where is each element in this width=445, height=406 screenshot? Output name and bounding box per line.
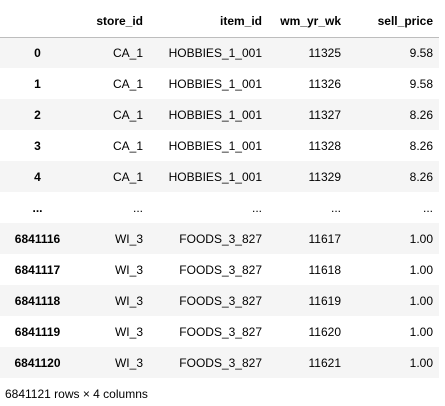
cell-store-id: CA_1: [112, 169, 143, 184]
cell-sell-price: 9.58: [409, 76, 433, 91]
cell-wm-yr-wk: 11326: [308, 76, 341, 91]
cell-item-id: HOBBIES_1_001: [168, 45, 262, 60]
cell-item-id: FOODS_3_827: [179, 231, 262, 246]
cell-wm-yr-wk: 11328: [308, 138, 341, 153]
cell-store-id: ...: [132, 200, 143, 215]
cell-wm-yr-wk: 11329: [308, 169, 341, 184]
cell-sell-price: 1.00: [409, 293, 433, 308]
table-body: 0 CA_1 HOBBIES_1_001 11325 9.58 1 CA_1 HOBBIES_…: [0, 37, 439, 378]
cell-store-id: CA_1: [112, 76, 143, 91]
cell-wm-yr-wk: 11619: [308, 293, 341, 308]
cell-store-id: WI_3: [114, 231, 143, 246]
cell-item-id: FOODS_3_827: [179, 355, 262, 370]
cell-item-id: ...: [251, 200, 262, 215]
table-row: 1 CA_1 HOBBIES_1_001 11326 9.58: [0, 68, 439, 99]
cell-store-id: WI_3: [114, 324, 143, 339]
dataframe-table: store_id item_id wm_yr_wk sell_price 0 CA…: [0, 6, 439, 378]
cell-sell-price: 9.58: [409, 45, 433, 60]
cell-sell-price: 8.26: [409, 138, 433, 153]
row-index: 3: [34, 138, 41, 153]
cell-sell-price: 8.26: [409, 107, 433, 122]
cell-store-id: WI_3: [114, 355, 143, 370]
table-row: 6841120 WI_3 FOODS_3_827 11621 1.00: [0, 347, 439, 378]
cell-sell-price: 1.00: [409, 324, 433, 339]
cell-item-id: FOODS_3_827: [179, 324, 262, 339]
row-index: 6841119: [14, 324, 61, 339]
cell-store-id: WI_3: [114, 262, 143, 277]
table-row: 4 CA_1 HOBBIES_1_001 11329 8.26: [0, 161, 439, 192]
table-shape-text: 6841121 rows × 4 columns: [5, 387, 148, 401]
column-header-sell-price: sell_price: [347, 6, 439, 38]
row-index: 6841120: [14, 355, 61, 370]
cell-wm-yr-wk: 11618: [308, 262, 341, 277]
table-row: 6841117 WI_3 FOODS_3_827 11618 1.00: [0, 254, 439, 285]
table-row: 2 CA_1 HOBBIES_1_001 11327 8.26: [0, 99, 439, 130]
header-row: store_id item_id wm_yr_wk sell_price: [0, 6, 439, 38]
cell-sell-price: ...: [422, 200, 433, 215]
table-header: store_id item_id wm_yr_wk sell_price: [0, 6, 439, 38]
table-row: ...............: [0, 192, 439, 223]
cell-store-id: CA_1: [112, 107, 143, 122]
table-row: 6841118 WI_3 FOODS_3_827 11619 1.00: [0, 285, 439, 316]
index-header: [0, 6, 75, 38]
row-index: 6841116: [14, 231, 61, 246]
cell-sell-price: 1.00: [409, 262, 433, 277]
cell-item-id: HOBBIES_1_001: [168, 169, 262, 184]
cell-item-id: HOBBIES_1_001: [168, 107, 262, 122]
cell-sell-price: 1.00: [409, 355, 433, 370]
cell-store-id: CA_1: [112, 45, 143, 60]
row-index: 6841118: [14, 293, 61, 308]
cell-sell-price: 8.26: [409, 169, 433, 184]
column-header-store-id: store_id: [75, 6, 149, 38]
table-row: 0 CA_1 HOBBIES_1_001 11325 9.58: [0, 37, 439, 68]
row-index: 6841117: [14, 262, 61, 277]
table-row: 6841116 WI_3 FOODS_3_827 11617 1.00: [0, 223, 439, 254]
row-index: 0: [34, 45, 41, 60]
table-row: 6841119 WI_3 FOODS_3_827 11620 1.00: [0, 316, 439, 347]
column-header-wm-yr-wk: wm_yr_wk: [268, 6, 347, 38]
cell-item-id: FOODS_3_827: [179, 262, 262, 277]
cell-wm-yr-wk: 11620: [308, 324, 341, 339]
cell-item-id: FOODS_3_827: [179, 293, 262, 308]
row-index: ...: [32, 200, 43, 215]
cell-sell-price: 1.00: [409, 231, 433, 246]
cell-wm-yr-wk: ...: [330, 200, 341, 215]
cell-wm-yr-wk: 11325: [308, 45, 341, 60]
cell-wm-yr-wk: 11617: [308, 231, 341, 246]
row-index: 1: [34, 76, 41, 91]
cell-store-id: CA_1: [112, 138, 143, 153]
row-index: 4: [34, 169, 41, 184]
column-header-item-id: item_id: [149, 6, 268, 38]
cell-item-id: HOBBIES_1_001: [168, 76, 262, 91]
cell-item-id: HOBBIES_1_001: [168, 138, 262, 153]
row-index: 2: [34, 107, 41, 122]
cell-store-id: WI_3: [114, 293, 143, 308]
table-row: 3 CA_1 HOBBIES_1_001 11328 8.26: [0, 130, 439, 161]
cell-wm-yr-wk: 11327: [308, 107, 341, 122]
cell-wm-yr-wk: 11621: [308, 355, 341, 370]
